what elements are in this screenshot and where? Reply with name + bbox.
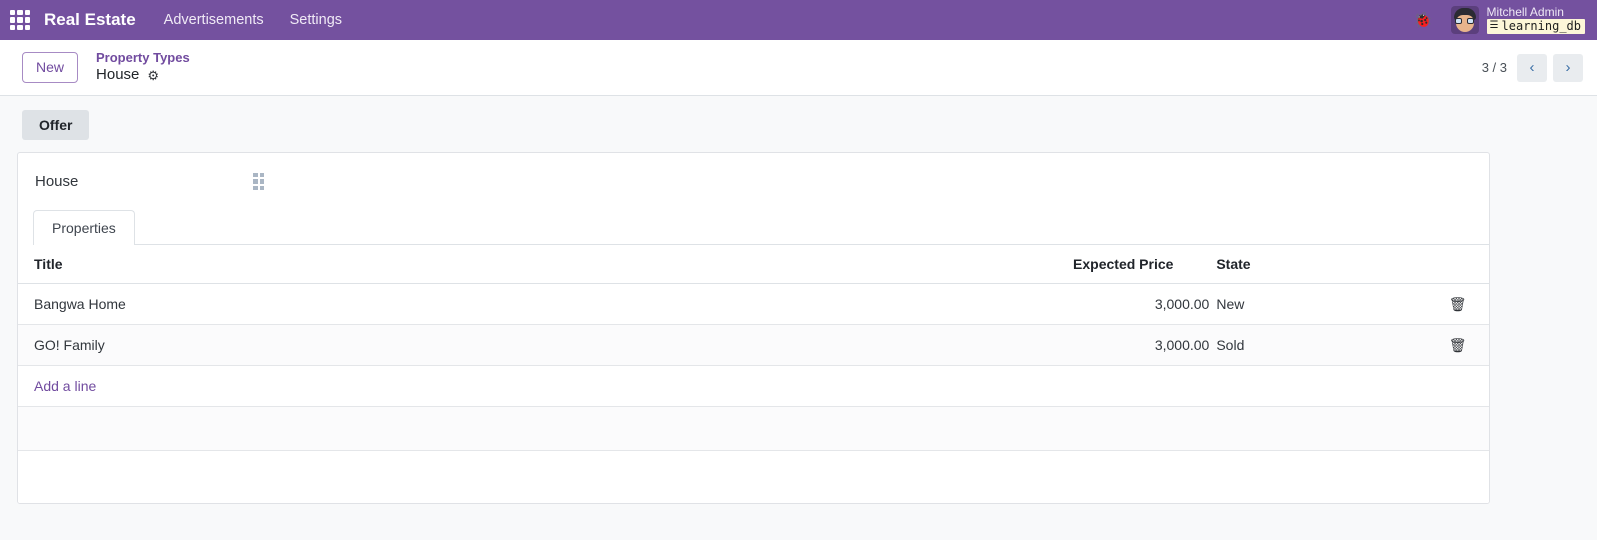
form-sheet: House Properties Title Expected Price St… — [17, 152, 1490, 504]
cell-title[interactable]: GO! Family — [18, 324, 1074, 366]
column-header-actions — [1426, 245, 1489, 284]
table-filler-cell — [18, 406, 1489, 451]
gear-icon[interactable]: ⚙ — [147, 69, 159, 82]
avatar-glasses-left — [1454, 18, 1462, 24]
drag-dot — [259, 185, 264, 190]
properties-table: Title Expected Price State Bangwa Home 3… — [18, 245, 1489, 451]
drag-dot — [259, 173, 264, 178]
sheet-bottom-space — [18, 451, 1489, 503]
avatar-glasses-right — [1466, 18, 1474, 24]
apps-grid-cell — [10, 24, 16, 30]
database-icon: ☰ — [1489, 20, 1499, 32]
apps-grid-cell — [10, 10, 16, 16]
breadcrumb-parent-property-types[interactable]: Property Types — [96, 50, 190, 66]
column-header-expected-price[interactable]: Expected Price — [1073, 245, 1210, 284]
apps-grid-cell — [17, 24, 23, 30]
properties-table-body: Bangwa Home 3,000.00 New 🗑 GO! Family 3,… — [18, 283, 1489, 451]
pager-next-button[interactable]: › — [1553, 53, 1583, 82]
pager-count: 3 / 3 — [1481, 60, 1507, 75]
breadcrumb-current-house: House — [96, 66, 140, 84]
nav-item-settings[interactable]: Settings — [290, 12, 342, 28]
user-info: Mitchell Admin ☰ learning_db — [1486, 5, 1585, 34]
apps-grid-cell — [10, 17, 16, 23]
stat-button-offer[interactable]: Offer — [22, 110, 90, 140]
add-a-line-link[interactable]: Add a line — [18, 378, 96, 394]
user-name: Mitchell Admin — [1486, 5, 1564, 20]
apps-grid-cell — [17, 10, 23, 16]
column-header-title[interactable]: Title — [18, 245, 1074, 284]
notebook-tabs: Properties — [33, 210, 1489, 245]
app-brand-real-estate[interactable]: Real Estate — [44, 10, 136, 30]
database-name: learning_db — [1501, 19, 1581, 33]
table-filler-row — [18, 406, 1489, 451]
new-button[interactable]: New — [22, 52, 79, 83]
add-a-line-row: Add a line — [18, 365, 1489, 407]
cell-actions: 🗑 — [1426, 283, 1489, 325]
cell-state[interactable]: New — [1209, 283, 1427, 325]
delete-row-icon[interactable]: 🗑 — [1449, 338, 1467, 352]
add-a-line-cell: Add a line — [18, 365, 1489, 407]
breadcrumb: Property Types House ⚙ — [96, 50, 190, 85]
drag-dot — [253, 179, 258, 184]
avatar — [1450, 6, 1479, 34]
column-header-state[interactable]: State — [1209, 245, 1427, 284]
breadcrumb-current-row: House ⚙ — [96, 66, 190, 85]
drag-handle-icon[interactable] — [253, 173, 264, 190]
bug-icon[interactable]: 🐞 — [1414, 13, 1433, 28]
properties-table-head: Title Expected Price State — [18, 245, 1489, 284]
delete-row-icon[interactable]: 🗑 — [1449, 297, 1467, 311]
apps-grid-icon[interactable] — [10, 10, 30, 30]
table-row[interactable]: Bangwa Home 3,000.00 New 🗑 — [18, 283, 1489, 325]
top-navbar: Real Estate Advertisements Settings 🐞 Mi… — [0, 0, 1597, 40]
cell-title[interactable]: Bangwa Home — [18, 283, 1074, 325]
apps-grid-cell — [24, 24, 30, 30]
record-title-field[interactable]: House — [35, 173, 235, 190]
table-row[interactable]: GO! Family 3,000.00 Sold 🗑 — [18, 324, 1489, 366]
control-panel: New Property Types House ⚙ 3 / 3 ‹ › — [0, 40, 1597, 96]
notebook: Properties — [18, 210, 1489, 245]
drag-dot — [259, 179, 264, 184]
stat-button-bar: Offer — [0, 96, 1597, 152]
user-menu[interactable]: Mitchell Admin ☰ learning_db — [1450, 5, 1589, 34]
pager: 3 / 3 ‹ › — [1481, 53, 1583, 82]
sheet-wrapper: House Properties Title Expected Price St… — [0, 152, 1597, 504]
cell-expected-price[interactable]: 3,000.00 — [1073, 324, 1210, 366]
drag-dot — [253, 173, 258, 178]
apps-grid-cell — [17, 17, 23, 23]
drag-dot — [253, 185, 258, 190]
apps-grid-cell — [24, 17, 30, 23]
cell-actions: 🗑 — [1426, 324, 1489, 366]
table-header-row: Title Expected Price State — [18, 245, 1489, 284]
tab-properties[interactable]: Properties — [33, 210, 135, 245]
apps-grid-cell — [24, 10, 30, 16]
cell-state[interactable]: Sold — [1209, 324, 1427, 366]
database-badge: ☰ learning_db — [1486, 19, 1585, 34]
nav-item-advertisements[interactable]: Advertisements — [164, 12, 264, 28]
record-title-row: House — [18, 153, 1489, 210]
cell-expected-price[interactable]: 3,000.00 — [1073, 283, 1210, 325]
pager-previous-button[interactable]: ‹ — [1517, 53, 1547, 82]
